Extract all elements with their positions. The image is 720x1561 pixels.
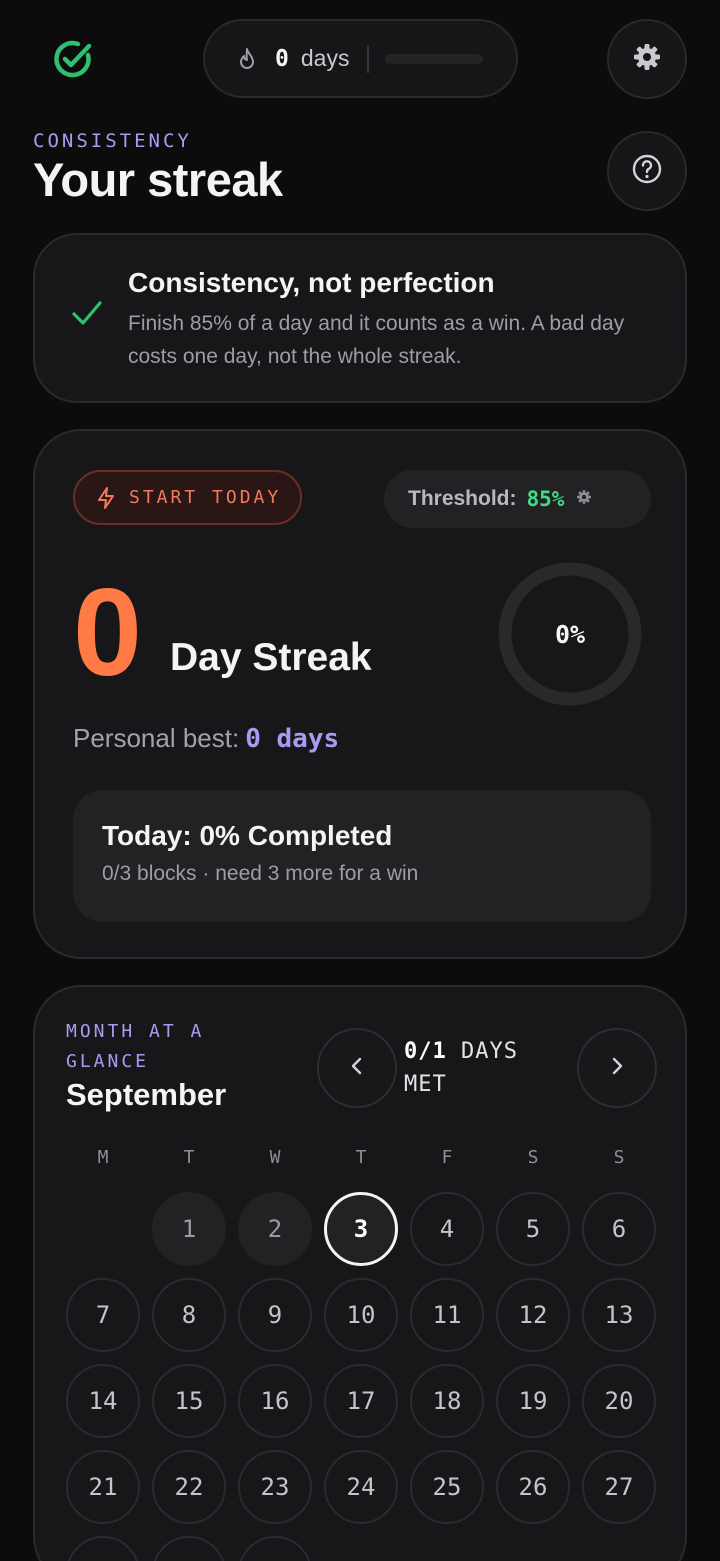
calendar-day[interactable]: 1 [152,1192,226,1266]
page-eyebrow: CONSISTENCY [33,130,192,152]
start-today-label: START TODAY [129,487,282,508]
month-name: September [66,1077,227,1112]
calendar-day[interactable]: 2 [238,1192,312,1266]
calendar-day[interactable]: 23 [238,1450,312,1524]
personal-best-value: 0 days [245,724,340,754]
consistency-note-card: Consistency, not perfection Finish 85% o… [33,233,687,403]
calendar-day[interactable]: 14 [66,1364,140,1438]
bolt-icon [97,486,115,509]
streak-pill-unit: days [300,45,350,71]
weekday-header: T [183,1147,195,1168]
calendar-day[interactable]: 24 [324,1450,398,1524]
calendar-day[interactable]: 28 [66,1536,140,1561]
calendar-day[interactable]: 29 [152,1536,226,1561]
weekday-header: M [97,1147,109,1168]
calendar-day[interactable]: 20 [582,1364,656,1438]
streak-card: START TODAY Threshold: 85% 0 Day Streak … [33,429,687,959]
threshold-label: Threshold: [408,487,517,510]
previous-month-button[interactable] [317,1028,397,1108]
calendar-day[interactable]: 13 [582,1278,656,1352]
today-title: Today: 0% Completed [102,820,393,851]
streak-count: 0 [73,564,142,702]
chevron-right-icon [609,1056,625,1081]
streak-count-label: Day Streak [170,636,372,679]
calendar-day[interactable]: 6 [582,1192,656,1266]
days-met-count: 0/1 [404,1039,447,1064]
calendar-day[interactable]: 18 [410,1364,484,1438]
personal-best-label: Personal best: [73,723,240,753]
calendar-day[interactable]: 30 [238,1536,312,1561]
weekday-header: W [269,1147,281,1168]
month-card: MONTH AT A GLANCE September 0/1 DAYS MET… [33,985,687,1561]
weekday-header: S [527,1147,539,1168]
gear-icon [632,42,662,77]
calendar-day[interactable]: 21 [66,1450,140,1524]
divider [367,44,370,73]
weekday-header: T [355,1147,367,1168]
check-icon [71,299,103,327]
today-progress-percent: 0% [554,619,586,649]
personal-best: Personal best: 0 days [73,723,339,754]
days-met: 0/1 DAYS MET [404,1035,564,1101]
calendar-day[interactable]: 26 [496,1450,570,1524]
calendar-day[interactable]: 7 [66,1278,140,1352]
weekday-header: F [441,1147,453,1168]
help-circle-icon [631,153,663,190]
chevron-left-icon [349,1056,365,1081]
calendar-day-today[interactable]: 3 [324,1192,398,1266]
today-subtitle: 0/3 blocks · need 3 more for a win [102,862,419,885]
threshold-button[interactable]: Threshold: 85% [384,470,651,528]
month-eyebrow: MONTH AT A GLANCE [66,1021,205,1072]
calendar-day[interactable]: 5 [496,1192,570,1266]
next-month-button[interactable] [577,1028,657,1108]
calendar-day[interactable]: 4 [410,1192,484,1266]
threshold-value: 85% [526,487,565,511]
start-today-badge: START TODAY [73,470,302,525]
today-summary: Today: 0% Completed 0/3 blocks · need 3 … [73,790,651,922]
calendar-day[interactable]: 27 [582,1450,656,1524]
weekday-header: S [613,1147,625,1168]
calendar-day[interactable]: 16 [238,1364,312,1438]
streak-pill[interactable]: 0 days [203,19,518,98]
calendar-day[interactable]: 19 [496,1364,570,1438]
app-logo-icon [52,38,94,80]
note-title: Consistency, not perfection [128,267,495,298]
flame-icon [237,47,257,70]
calendar-day[interactable]: 9 [238,1278,312,1352]
calendar-day[interactable]: 15 [152,1364,226,1438]
calendar-day[interactable]: 17 [324,1364,398,1438]
page-title: Your streak [33,153,283,206]
calendar-day[interactable]: 12 [496,1278,570,1352]
help-button[interactable] [607,131,687,211]
calendar-day[interactable]: 22 [152,1450,226,1524]
calendar-day[interactable]: 11 [410,1278,484,1352]
gear-icon [576,487,592,511]
calendar-day[interactable]: 8 [152,1278,226,1352]
calendar-day[interactable]: 25 [410,1450,484,1524]
settings-button[interactable] [607,19,687,99]
streak-pill-count: 0 [275,45,289,72]
calendar-day[interactable]: 10 [324,1278,398,1352]
note-body: Finish 85% of a day and it counts as a w… [128,312,625,368]
streak-progress-bar [385,53,484,64]
